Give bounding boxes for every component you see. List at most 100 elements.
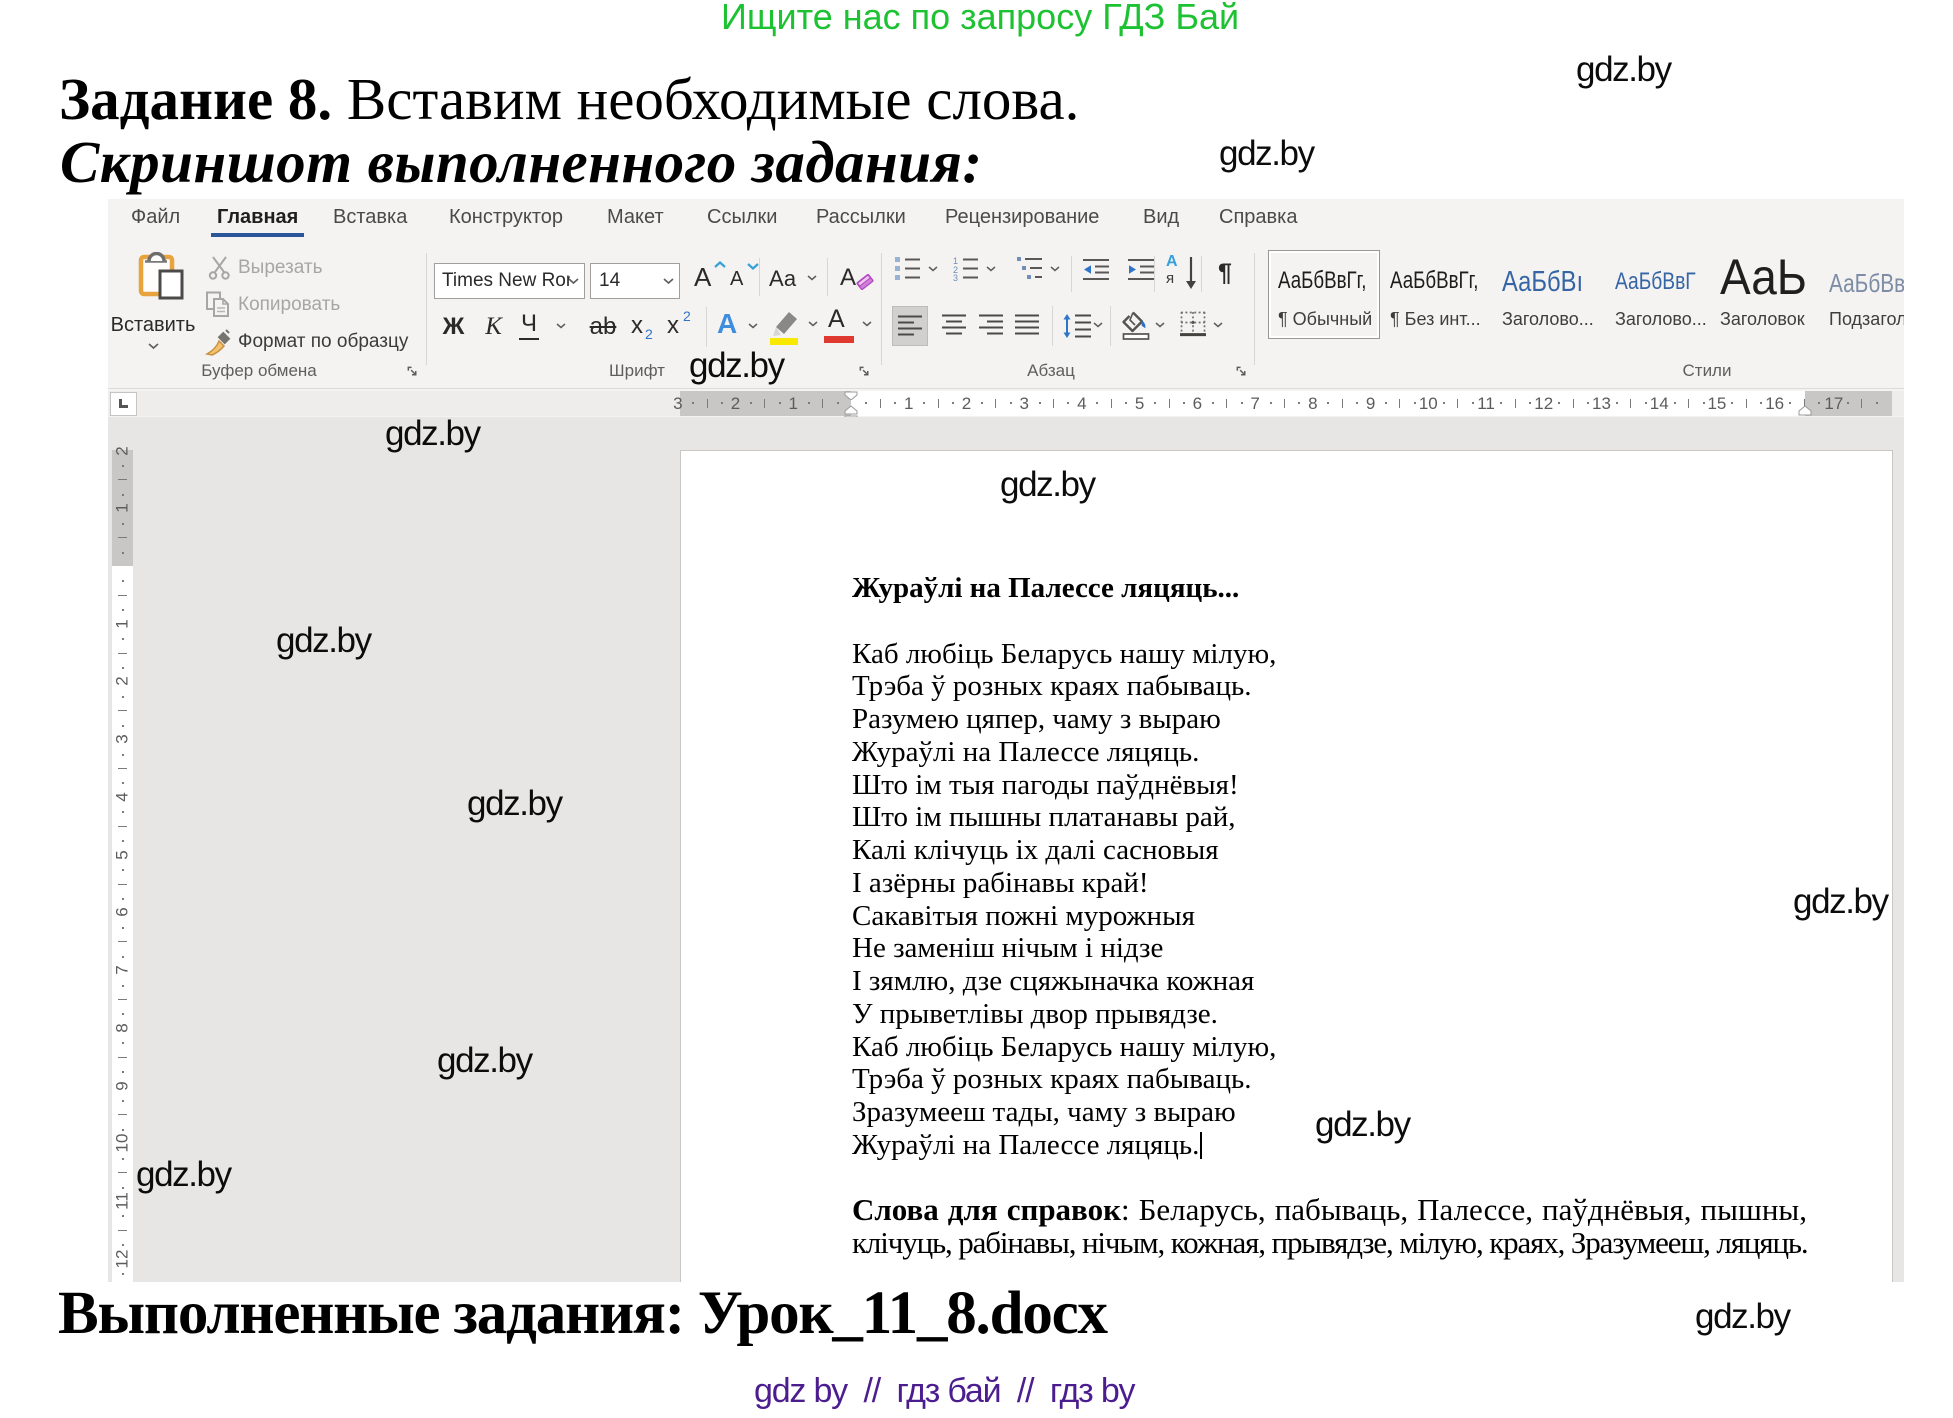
vertical-ruler[interactable]: 21123456789101112 (112, 417, 133, 1282)
document-text[interactable]: Жураўлі на Палессе ляцяць... Каб любіць … (852, 572, 1807, 1260)
text-effects-button[interactable]: А (714, 307, 760, 347)
tab-макет[interactable]: Макет (607, 206, 664, 229)
grow-font-button[interactable]: А (692, 260, 726, 300)
align-center-button[interactable] (937, 306, 971, 346)
multilevel-list-button[interactable] (1016, 256, 1062, 292)
tab-рассылки[interactable]: Рассылки (816, 206, 906, 229)
gdz-watermark: gdz.by (1793, 884, 1888, 919)
right-indent-marker[interactable] (1798, 405, 1812, 416)
ruler-tick (1529, 402, 1531, 404)
decrease-indent-icon (1082, 258, 1111, 281)
tab-конструктор[interactable]: Конструктор (449, 206, 563, 229)
align-left-button[interactable] (892, 306, 928, 346)
format-painter-button[interactable]: Формат по образцу (205, 328, 408, 356)
ruler-number: 10 (1419, 394, 1438, 414)
font-color-button[interactable]: А (822, 305, 874, 347)
clipboard-dialog-launcher[interactable] (406, 365, 419, 378)
ruler-number: 1 (789, 394, 798, 414)
style-chip-5[interactable]: АаЬЗаголовок (1720, 251, 1832, 339)
superscript-button[interactable]: x 2 (664, 307, 698, 347)
italic-button[interactable]: К (480, 307, 507, 347)
svg-text:3: 3 (953, 273, 958, 281)
tab-ссылки[interactable]: Ссылки (707, 206, 777, 229)
footer-links[interactable]: gdz by // гдз бай // гдз by (754, 1372, 1134, 1411)
ruler-tick (1298, 402, 1300, 404)
clear-formatting-button[interactable]: А (838, 260, 872, 300)
ruler-tick (122, 1129, 124, 1131)
style-chip-4[interactable]: АаБбВвГЗаголово... (1615, 251, 1727, 339)
gdz-watermark: gdz.by (1695, 1299, 1790, 1334)
change-case-button[interactable]: Аа (769, 260, 819, 300)
style-chip-3[interactable]: АаБбВıЗаголово... (1502, 251, 1614, 339)
shading-button[interactable] (1118, 306, 1166, 346)
line-spacing-button[interactable] (1060, 306, 1104, 346)
bullets-button[interactable] (894, 256, 940, 292)
gdz-watermark: gdz.by (1576, 52, 1671, 87)
align-right-button[interactable] (974, 306, 1008, 346)
style-chip-2[interactable]: АаБбВвГг,¶ Без инт... (1390, 251, 1502, 339)
tab-справка[interactable]: Справка (1219, 206, 1297, 229)
sort-letter-z: я (1166, 270, 1174, 287)
ruler-tick (750, 402, 752, 404)
line-spacing-icon (1062, 313, 1092, 339)
font-dialog-launcher[interactable] (858, 365, 871, 378)
group-separator (827, 258, 828, 296)
font-name-combobox[interactable]: Times New Rom (434, 263, 585, 299)
ruler-number: 16 (1765, 394, 1784, 414)
underline-button[interactable]: Ч (516, 307, 568, 347)
first-line-indent-marker[interactable] (844, 391, 858, 400)
paragraph-dialog-launcher[interactable] (1235, 365, 1248, 378)
tab-главная[interactable]: Главная (217, 206, 298, 229)
style-chip-1[interactable]: АаБбВвГг,¶ Обычный (1278, 251, 1390, 339)
horizontal-ruler[interactable]: 3211234567891011121314151617 (108, 391, 1904, 416)
copy-button[interactable]: Копировать (205, 291, 340, 319)
gdz-watermark: gdz.by (437, 1043, 532, 1078)
ruler-tick (707, 399, 708, 408)
show-marks-button[interactable]: ¶ (1212, 256, 1238, 292)
ruler-number: 12 (113, 1248, 133, 1269)
increase-indent-button[interactable] (1127, 258, 1157, 290)
highlight-button[interactable] (766, 305, 820, 347)
tab-рецензирование[interactable]: Рецензирование (945, 206, 1099, 229)
cut-button[interactable]: Вырезать (207, 254, 323, 282)
ruler-number: 17 (1824, 394, 1843, 414)
paste-button[interactable]: Вставить (122, 248, 184, 358)
sort-letter-a: А (1166, 253, 1178, 271)
style-name: ¶ Обычный (1278, 310, 1372, 328)
tab-вид[interactable]: Вид (1143, 206, 1179, 229)
ruler-tick (122, 1215, 124, 1217)
strikethrough-button[interactable]: ab (585, 307, 621, 347)
ruler-tick (122, 898, 124, 900)
bullet-list-icon (894, 256, 921, 281)
tab-selector[interactable] (110, 392, 137, 416)
underline-glyph: Ч (519, 310, 539, 340)
tab-вставка[interactable]: Вставка (333, 206, 407, 229)
ruler-number: 2 (113, 440, 133, 461)
ruler-tick (1558, 402, 1560, 404)
reference-words[interactable]: Слова для справок: Беларусь, пабываць, П… (852, 1194, 1807, 1260)
font-size-combobox[interactable]: 14 (590, 263, 680, 299)
ruler-tick (122, 667, 124, 669)
ruler-tick (894, 402, 896, 404)
chevron-down-icon (568, 278, 579, 285)
justify-button[interactable] (1010, 306, 1044, 346)
numbering-button[interactable]: 123 (952, 256, 998, 292)
ruler-tick (938, 399, 939, 408)
subscript-button[interactable]: x 2 (628, 307, 660, 347)
borders-button[interactable] (1176, 306, 1224, 346)
ruler-number: 4 (113, 786, 133, 807)
shading-bucket-icon (1121, 310, 1151, 340)
ruler-tick (122, 956, 124, 958)
empty-line (852, 605, 1807, 638)
ruler-tick (122, 1158, 124, 1160)
style-chip-6[interactable]: АаБбВвПодзагол (1829, 251, 1904, 339)
ruler-tick (118, 884, 127, 885)
ruler-tick (1472, 402, 1474, 404)
shrink-font-button[interactable]: А (728, 260, 760, 300)
ruler-tick (1111, 399, 1112, 408)
bold-button[interactable]: Ж (437, 307, 470, 347)
font-color-glyph: А (828, 305, 845, 334)
tab-file[interactable]: Файл (131, 206, 180, 229)
sort-button[interactable]: А я (1165, 256, 1199, 292)
decrease-indent-button[interactable] (1082, 258, 1112, 290)
